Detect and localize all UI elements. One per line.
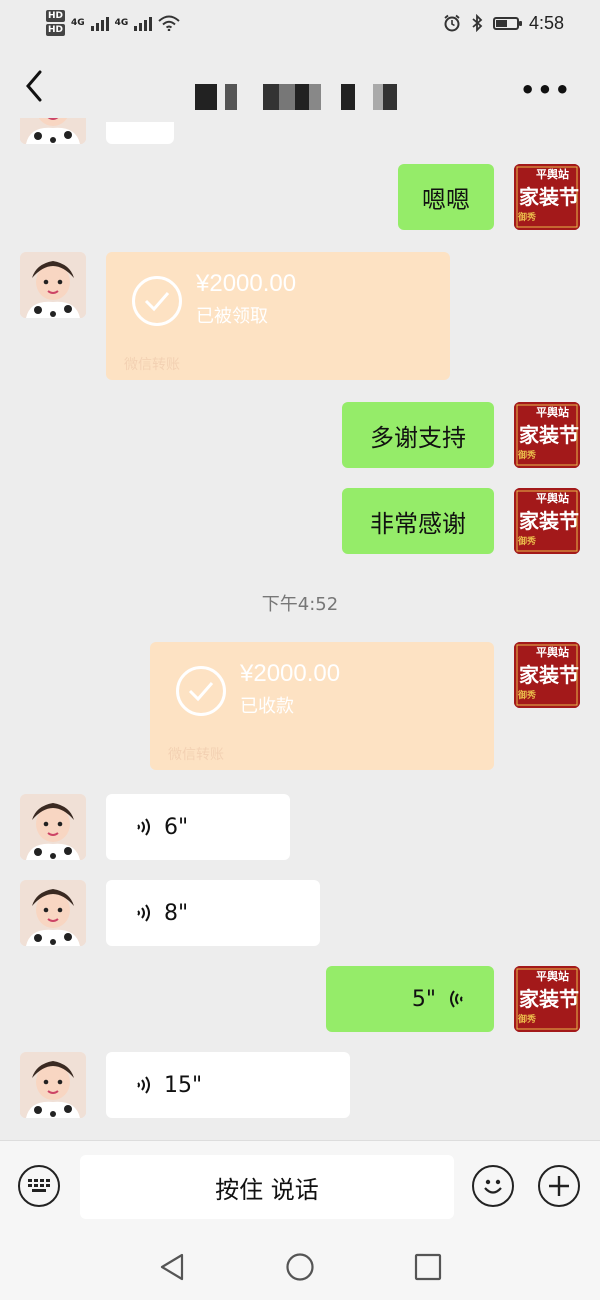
- shop-avatar-icon: 平舆站家装节御秀: [514, 642, 580, 708]
- more-options-icon[interactable]: •••: [520, 76, 572, 104]
- shop-avatar-text: 御秀: [517, 1013, 536, 1025]
- voice-message-received[interactable]: 8": [106, 880, 320, 946]
- back-arrow-icon[interactable]: [18, 68, 54, 104]
- shop-avatar-icon: 平舆站家装节御秀: [514, 402, 580, 468]
- voice-message-sent[interactable]: 5": [326, 966, 494, 1032]
- signal-icon-1: [90, 15, 109, 31]
- shop-avatar-text: 御秀: [517, 535, 536, 547]
- network-type-2: 4G: [114, 18, 129, 28]
- voice-duration: 8": [164, 900, 189, 926]
- avatar-contact[interactable]: [20, 880, 86, 946]
- smiley-icon: [484, 1179, 502, 1194]
- avatar-self[interactable]: 平舆站家装节御秀: [514, 488, 580, 554]
- clock-time: 4:58: [528, 12, 564, 33]
- avatar-self[interactable]: 平舆站家装节御秀: [514, 402, 580, 468]
- voice-wave-icon: [137, 904, 150, 922]
- message-bubble-sent[interactable]: 多谢支持: [342, 402, 494, 468]
- status-bar: HD HD 4G 4G 4:58: [0, 0, 600, 46]
- battery-fill: [495, 19, 507, 27]
- shop-avatar-text: 御秀: [517, 689, 536, 701]
- avatar-contact[interactable]: [20, 1052, 86, 1118]
- avatar-self[interactable]: 平舆站家装节御秀: [514, 164, 580, 230]
- transfer-amount: ¥2000.00: [196, 270, 297, 297]
- battery-icon: [492, 16, 522, 30]
- voice-message-received[interactable]: 15": [106, 1052, 350, 1118]
- shop-avatar-icon: 平舆站家装节御秀: [514, 488, 580, 554]
- shop-avatar-text: 平舆站: [536, 969, 569, 983]
- transfer-card-sent[interactable]: ¥2000.00 已收款 微信转账: [150, 642, 494, 770]
- message-text: 非常感谢: [370, 509, 466, 538]
- message-bubble-sent[interactable]: 非常感谢: [342, 488, 494, 554]
- voice-duration: 6": [164, 814, 189, 840]
- voice-message-received[interactable]: 6": [106, 794, 290, 860]
- transfer-status: 已收款: [240, 696, 294, 717]
- system-nav-bar: [0, 1230, 600, 1300]
- nav-home-icon[interactable]: [285, 1252, 315, 1282]
- voice-wave-icon: [450, 990, 463, 1008]
- shop-avatar-text: 家装节: [519, 423, 579, 447]
- girl-avatar-icon: [20, 118, 86, 144]
- avatar-contact[interactable]: [20, 252, 86, 318]
- transfer-source: 微信转账: [168, 747, 224, 763]
- transfer-card-received[interactable]: ¥2000.00 已被领取 微信转账: [106, 252, 450, 380]
- shop-avatar-text: 平舆站: [536, 167, 569, 181]
- alarm-icon: [444, 14, 460, 32]
- nav-recents-icon[interactable]: [414, 1253, 442, 1281]
- transfer-source: 微信转账: [124, 357, 180, 373]
- emoji-button[interactable]: [472, 1165, 514, 1207]
- message-text: 嗯嗯: [422, 185, 470, 214]
- girl-avatar-icon: [20, 252, 86, 318]
- hd1-label: HD: [46, 10, 66, 22]
- shop-avatar-text: 御秀: [517, 211, 536, 223]
- check-circle-icon: [176, 666, 226, 716]
- plus-icon: [549, 1176, 569, 1196]
- shop-avatar-text: 平舆站: [536, 491, 569, 505]
- timestamp: 下午4:52: [261, 594, 339, 615]
- hd2-label: HD: [46, 24, 66, 36]
- message-bubble-sent[interactable]: 嗯嗯: [398, 164, 494, 230]
- voice-wave-icon: [137, 1076, 150, 1094]
- signal-icon-2: [134, 15, 153, 31]
- message-bubble-partial[interactable]: [106, 122, 174, 144]
- shop-avatar-text: 平舆站: [536, 645, 569, 659]
- avatar-contact[interactable]: [20, 118, 86, 144]
- message-text: 多谢支持: [370, 423, 466, 452]
- chat-header: •••: [0, 58, 600, 118]
- transfer-amount: ¥2000.00: [240, 660, 341, 687]
- girl-avatar-icon: [20, 880, 86, 946]
- shop-avatar-text: 平舆站: [536, 405, 569, 419]
- input-bar: 按住 说话: [0, 1140, 600, 1231]
- hold-to-talk-button[interactable]: 按住 说话: [80, 1155, 454, 1219]
- shop-avatar-text: 家装节: [519, 663, 579, 687]
- avatar-self[interactable]: 平舆站家装节御秀: [514, 966, 580, 1032]
- keyboard-toggle-button[interactable]: [18, 1165, 60, 1207]
- contact-name-pixelated: [195, 84, 397, 110]
- bluetooth-icon: [472, 14, 483, 32]
- chat-area[interactable]: 嗯嗯 平舆站 家装节 御秀 ¥2000.00 已被领取 微信转账 多谢支持 平舆站家…: [0, 118, 600, 1140]
- girl-avatar-icon: [20, 794, 86, 860]
- avatar-contact[interactable]: [20, 794, 86, 860]
- transfer-status: 已被领取: [196, 306, 268, 327]
- plus-button[interactable]: [538, 1165, 580, 1207]
- shop-avatar-icon: 平舆站家装节御秀: [514, 966, 580, 1032]
- keyboard-icon: [28, 1179, 50, 1192]
- network-indicators: HD HD 4G 4G: [46, 9, 180, 37]
- shop-avatar-icon: 平舆站家装节御秀: [514, 164, 580, 230]
- shop-avatar-text: 家装节: [519, 185, 579, 209]
- hold-to-talk-label: 按住 说话: [215, 1175, 319, 1204]
- shop-avatar-text: 家装节: [519, 509, 579, 533]
- shop-avatar-text: 家装节: [519, 987, 579, 1011]
- network-type-1: 4G: [71, 18, 85, 28]
- shop-avatar-text: 御秀: [517, 449, 536, 461]
- status-right: 4:58: [443, 13, 564, 34]
- nav-back-icon[interactable]: [158, 1252, 186, 1282]
- girl-avatar-icon: [20, 1052, 86, 1118]
- avatar-self[interactable]: 平舆站家装节御秀: [514, 642, 580, 708]
- hd-indicator: HD HD: [46, 9, 66, 37]
- wifi-icon: [158, 15, 180, 31]
- check-circle-icon: [132, 276, 182, 326]
- voice-duration: 5": [411, 986, 436, 1012]
- voice-duration: 15": [164, 1072, 203, 1098]
- voice-wave-icon: [137, 818, 150, 836]
